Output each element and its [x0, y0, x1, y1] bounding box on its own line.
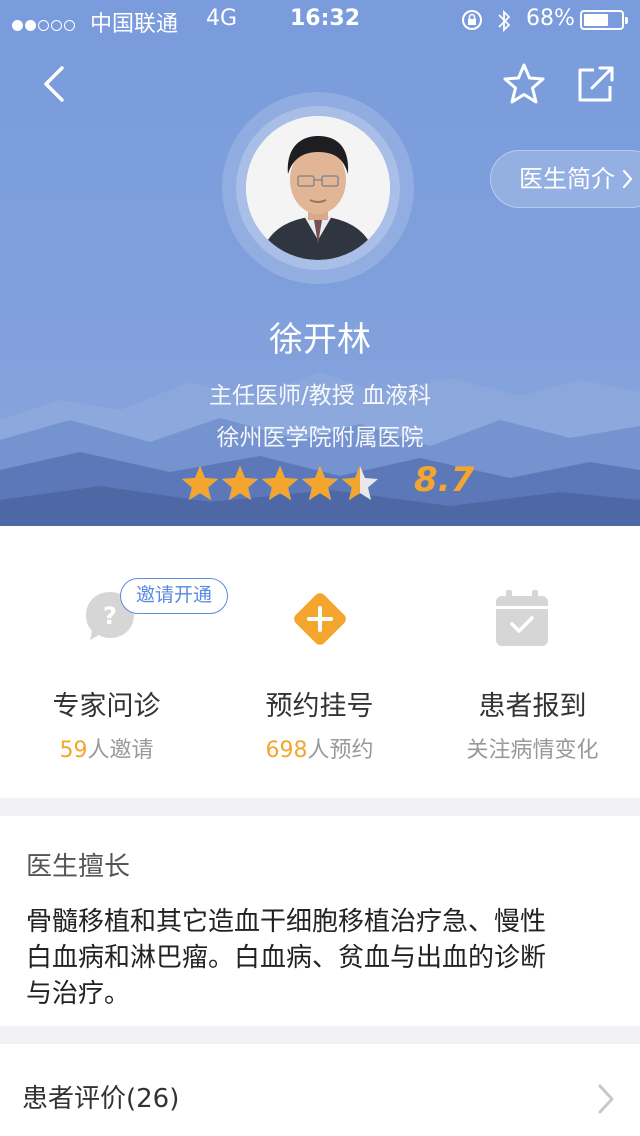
doctor-name: 徐开林	[269, 320, 371, 360]
share-icon	[578, 66, 614, 102]
doctor-title: 主任医师/教授 血液科	[208, 383, 432, 409]
star-full-icon	[222, 466, 258, 500]
signal-dot	[38, 20, 49, 31]
doctor-hospital: 徐州医学院附属医院	[216, 425, 424, 451]
signal-dot	[64, 20, 75, 31]
back-button[interactable]	[34, 62, 78, 106]
doctor-intro-button[interactable]: 医生简介	[490, 150, 640, 208]
service-panel: ? 邀请开通 专家问诊 59人邀请 预约挂号 698人预约 患者报到 关注病情变…	[0, 526, 640, 798]
service-label: 预约挂号	[265, 691, 374, 722]
clock: 16:32	[290, 6, 361, 31]
signal-dot	[25, 20, 36, 31]
chevron-right-icon	[621, 151, 635, 227]
orientation-lock-icon	[460, 8, 484, 38]
star-full-icon	[302, 466, 338, 500]
star-full-icon	[182, 466, 218, 500]
service-label: 患者报到	[478, 691, 587, 722]
specialty-line: 白血病和淋巴瘤。白血病、贫血与出血的诊断	[26, 943, 547, 973]
battery-percent: 68%	[526, 6, 575, 31]
battery-icon	[580, 10, 628, 30]
service-stat: 698人预约	[213, 732, 426, 764]
service-count-suffix: 人预约	[307, 738, 374, 763]
doctor-intro-label: 医生简介	[519, 165, 615, 193]
star-outline-icon	[503, 63, 545, 104]
specialty-heading: 医生擅长	[26, 852, 131, 882]
specialty-section: 医生擅长 骨髓移植和其它造血干细胞移植治疗急、慢性 白血病和淋巴瘤。白血病、贫血…	[0, 816, 640, 1026]
service-label: 专家问诊	[52, 691, 161, 722]
patient-reviews-label: 患者评价(26)	[22, 1084, 180, 1114]
doctor-avatar[interactable]	[246, 116, 390, 260]
share-button[interactable]	[574, 62, 618, 106]
rating-score: 8.7	[414, 460, 475, 500]
favorite-button[interactable]	[502, 62, 546, 106]
calendar-check-icon	[494, 588, 550, 652]
doctor-header: 中国联通 4G 16:32 68% 医生简介 徐开林 主任医师/教授 血液科 徐…	[0, 0, 640, 526]
svg-text:?: ?	[103, 602, 117, 630]
service-stat: 59人邀请	[0, 732, 213, 764]
doctor-portrait	[246, 116, 390, 260]
signal-dot	[12, 20, 23, 31]
service-count-suffix: 人邀请	[87, 738, 154, 763]
network-type: 4G	[206, 6, 238, 31]
specialty-text: 骨髓移植和其它造血干细胞移植治疗急、慢性 白血病和淋巴瘤。白血病、贫血与出血的诊…	[26, 904, 616, 1012]
status-bar: 中国联通 4G 16:32 68%	[0, 0, 640, 40]
service-stat: 关注病情变化	[426, 732, 639, 764]
patient-reviews-row[interactable]: 患者评价(26)	[0, 1044, 640, 1136]
service-count: 59	[59, 738, 88, 763]
signal-dot	[51, 20, 62, 31]
chevron-right-icon	[596, 1082, 616, 1120]
carrier-label: 中国联通	[90, 12, 179, 37]
star-full-icon	[262, 466, 298, 500]
bluetooth-icon	[496, 8, 512, 40]
chevron-left-icon	[44, 66, 64, 102]
service-count-suffix: 关注病情变化	[466, 738, 599, 763]
service-appointment[interactable]: 预约挂号 698人预约	[213, 526, 426, 798]
specialty-line: 骨髓移植和其它造血干细胞移植治疗急、慢性	[26, 907, 547, 937]
service-patient-checkin[interactable]: 患者报到 关注病情变化	[426, 526, 639, 798]
service-expert-consult[interactable]: ? 邀请开通 专家问诊 59人邀请	[0, 526, 228, 798]
invite-open-badge[interactable]: 邀请开通	[120, 578, 228, 614]
signal-strength-icon	[12, 12, 77, 37]
service-count: 698	[265, 738, 308, 763]
star-half-icon	[342, 466, 378, 500]
specialty-line: 与治疗。	[26, 979, 131, 1009]
plus-diamond-icon	[289, 588, 351, 654]
